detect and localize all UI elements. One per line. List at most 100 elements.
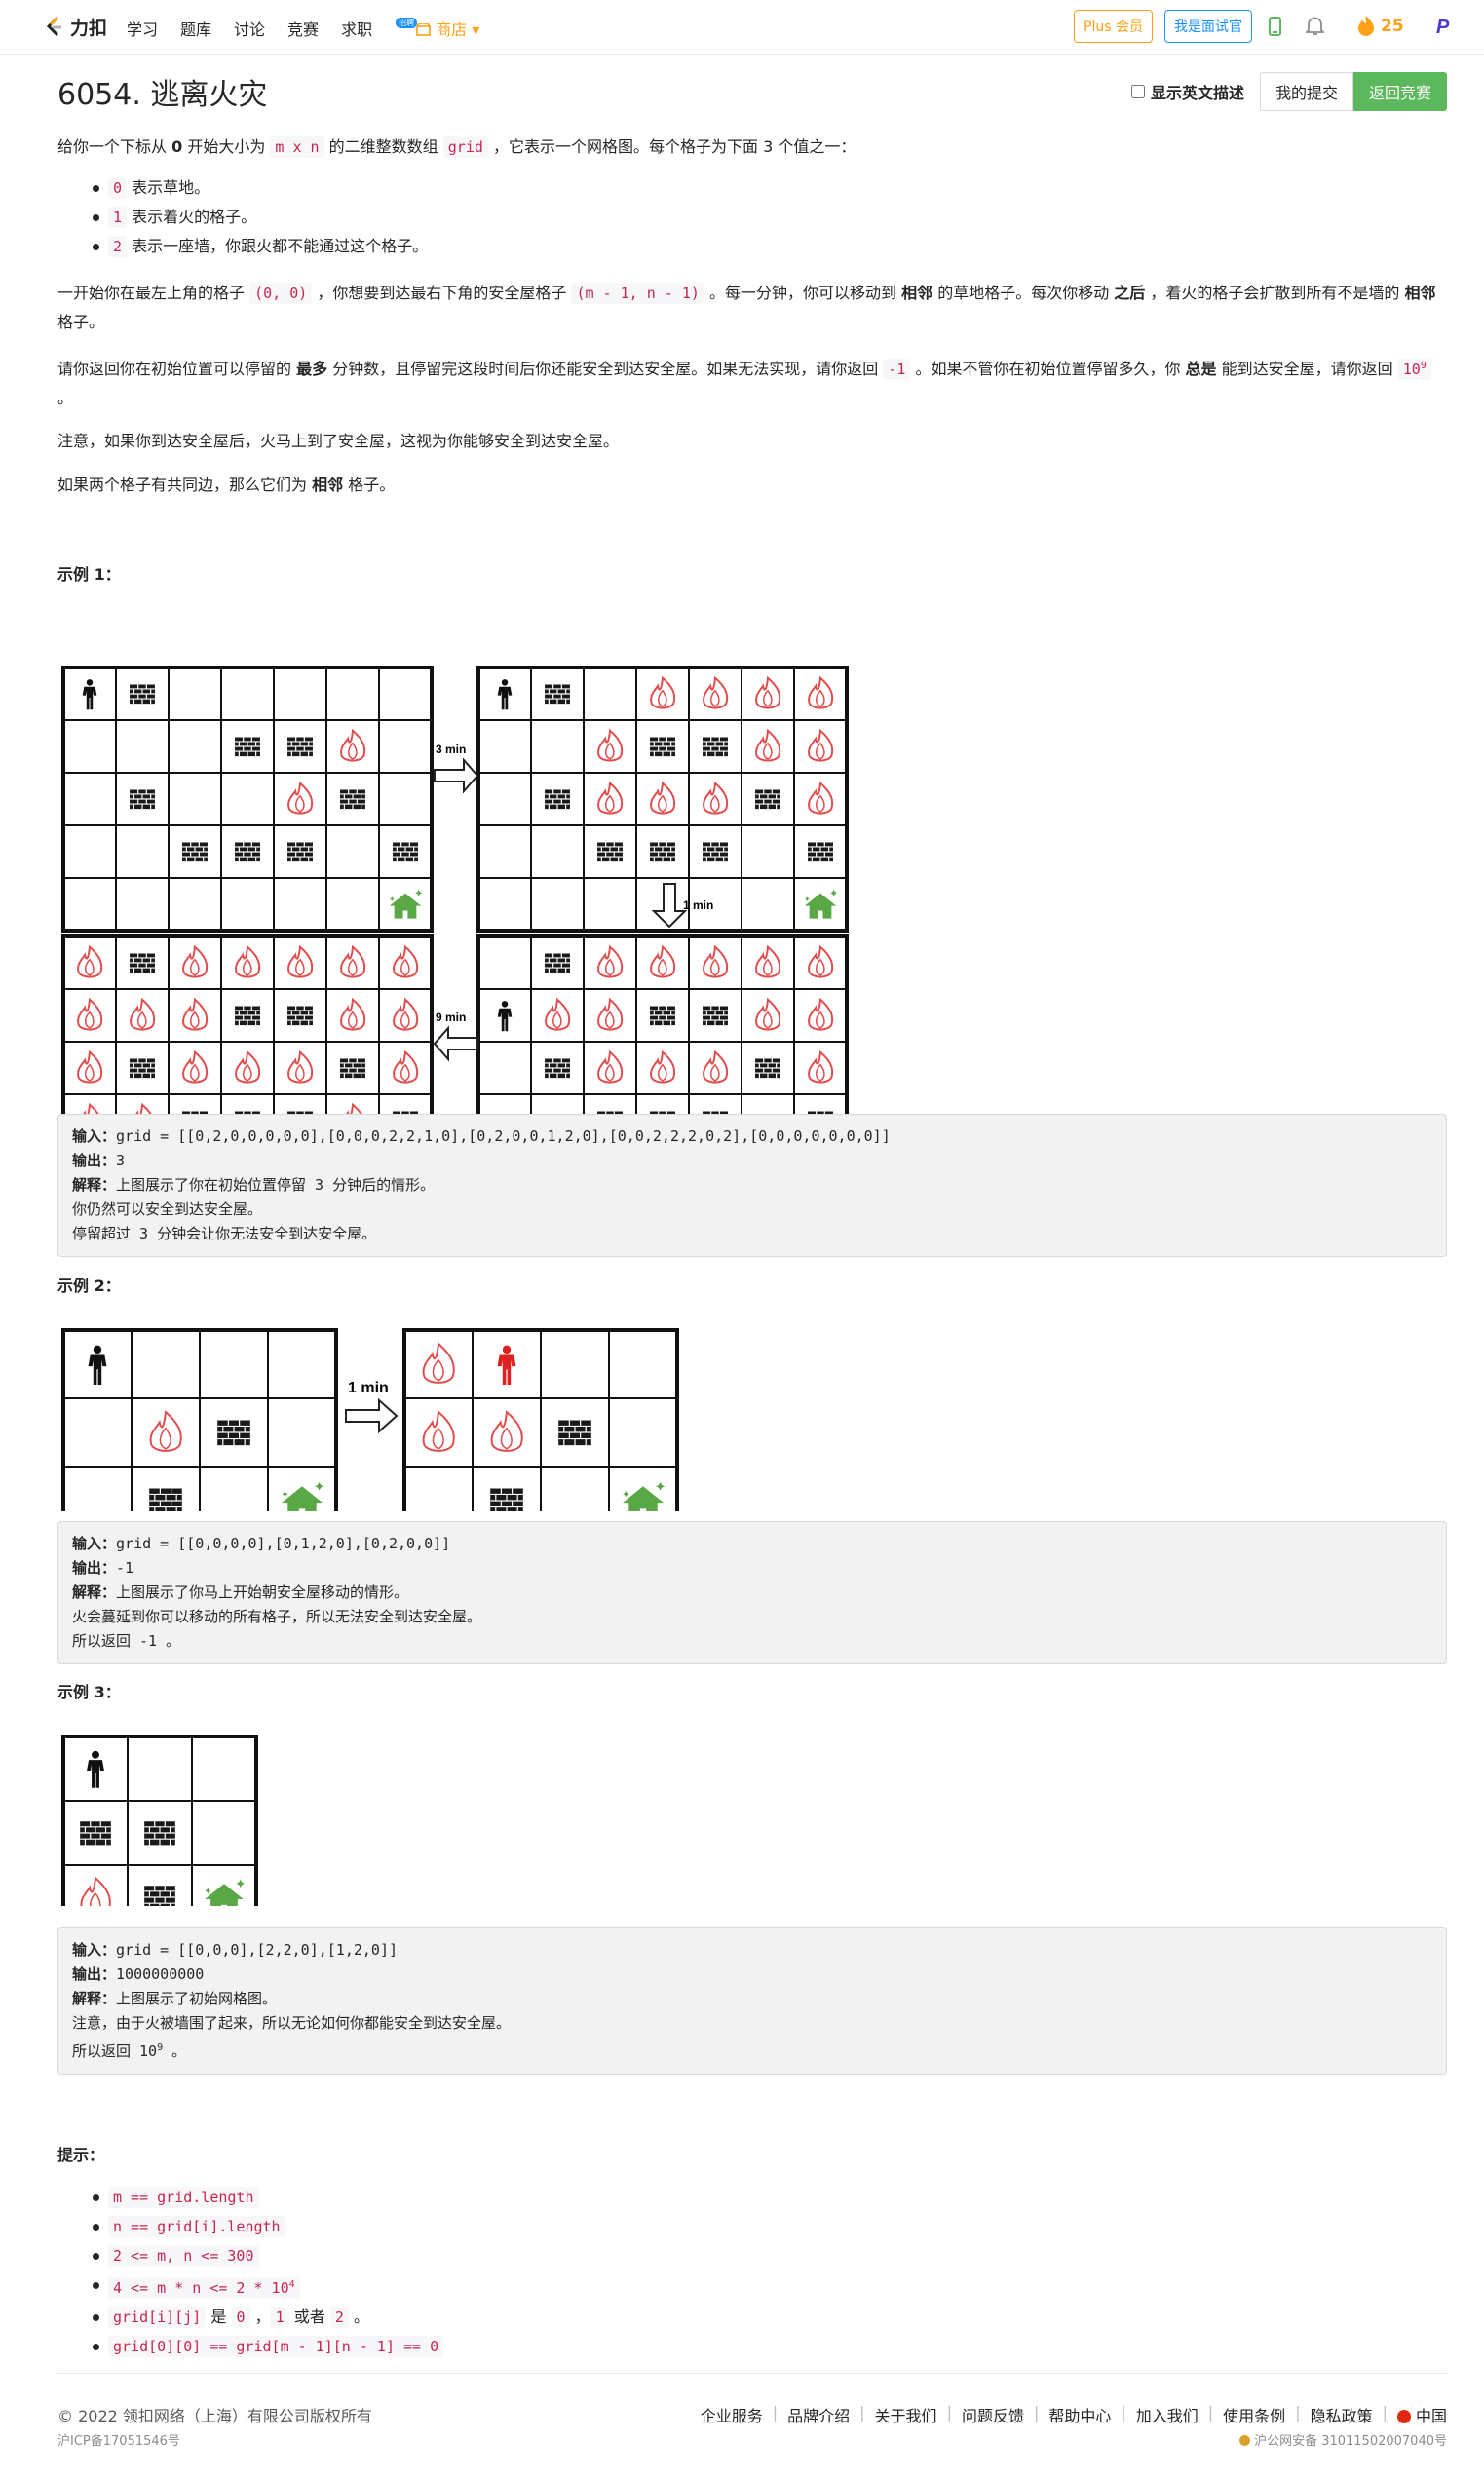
wall-cell: [530, 935, 585, 990]
svg-text:✦: ✦: [829, 889, 839, 900]
footer-link[interactable]: 帮助中心: [1048, 2403, 1111, 2426]
problem-title: 6054. 逃离火灾: [57, 78, 268, 112]
show-english-checkbox[interactable]: [1130, 85, 1145, 98]
fire-cell: [62, 988, 117, 1043]
nav-learn[interactable]: 学习: [127, 17, 158, 40]
show-english-toggle[interactable]: 显示英文描述: [1130, 80, 1244, 103]
grass-cell: [403, 1466, 474, 1511]
svg-text:P: P: [1436, 17, 1450, 37]
wall-cell: [688, 824, 742, 879]
nav-problems[interactable]: 题库: [180, 17, 211, 40]
nav-jobs[interactable]: 求职 招聘: [341, 17, 418, 40]
wall-cell: [472, 1466, 542, 1511]
grass-cell: [115, 877, 170, 932]
wall-cell: [635, 824, 690, 879]
grass-cell: [583, 877, 637, 932]
fire-cell: [168, 935, 222, 990]
fire-cell: [583, 1041, 637, 1095]
grass-cell: [608, 1397, 678, 1468]
grass-cell: [378, 667, 433, 721]
svg-text:✦: ✦: [414, 889, 424, 900]
grass-cell: [273, 667, 327, 721]
bell-icon[interactable]: [1306, 16, 1324, 36]
fire-cell: [688, 772, 742, 826]
fire-cell: [688, 935, 742, 990]
fire-cell: [793, 935, 848, 990]
my-submissions-button[interactable]: 我的提交: [1259, 72, 1353, 111]
footer-link[interactable]: 问题反馈: [962, 2403, 1024, 2426]
wall-cell: [199, 1397, 269, 1468]
wall-cell: [115, 772, 170, 826]
footer-link[interactable]: 使用条例: [1223, 2403, 1285, 2426]
wall-cell: [115, 935, 170, 990]
grass-cell: [477, 824, 532, 879]
region-selector[interactable]: 中国: [1396, 2403, 1447, 2426]
fire-cell: [635, 935, 690, 990]
nav-discuss[interactable]: 讨论: [234, 17, 265, 40]
arrow-label: 1 min: [348, 1380, 389, 1396]
grass-cell: [477, 772, 532, 826]
footer-link[interactable]: 加入我们: [1136, 2403, 1199, 2426]
footer-link[interactable]: 隐私政策: [1311, 2403, 1373, 2426]
logo[interactable]: 力扣: [45, 14, 107, 40]
grass-cell: [220, 772, 275, 826]
example-output: -1: [116, 1559, 134, 1577]
interviewer-button[interactable]: 我是面试官: [1164, 10, 1252, 43]
footer-link[interactable]: 品牌介绍: [787, 2403, 850, 2426]
grass-cell: [127, 1735, 193, 1802]
police-record[interactable]: 沪公网安备 31011502007040号: [1239, 2430, 1447, 2449]
arrow-label: 3 min: [436, 743, 466, 756]
footer-link[interactable]: 关于我们: [875, 2403, 937, 2426]
fire-cell: [635, 772, 690, 826]
nav-shop[interactable]: 商店 ▾: [416, 17, 479, 40]
wall-cell: [127, 1800, 193, 1866]
footer-links: 企业服务 | 品牌介绍 | 关于我们 | 问题反馈 | 帮助中心 | 加入我们 | 使用条例…: [700, 2403, 1447, 2426]
example-2-io: 输入：grid = [[0,0,0,0],[0,1,2,0],[0,2,0,0]…: [57, 1521, 1447, 1664]
nav-contest[interactable]: 竞赛: [287, 17, 319, 40]
fire-cell: [793, 988, 848, 1043]
hints-heading: 提示：: [57, 2146, 105, 2164]
grass-cell: [378, 719, 433, 774]
back-to-contest-button[interactable]: 返回竞赛: [1352, 72, 1447, 111]
wall-cell: [220, 988, 275, 1043]
fire-cell: [741, 719, 795, 774]
grass-cell: [220, 877, 275, 932]
fire-cell: [741, 667, 795, 721]
wall-cell: [530, 772, 585, 826]
list-item: 0 表示草地。: [57, 173, 1447, 203]
svg-text:✦: ✦: [655, 1480, 666, 1496]
top-navbar: 力扣 学习 题库 讨论 竞赛 求职 招聘 商店 ▾ Plus 会员 我是面试官 2…: [0, 0, 1484, 55]
nav-shop-label: 商店: [436, 20, 468, 39]
arrow-label: 1 min: [683, 898, 713, 912]
grass-cell: [131, 1329, 201, 1399]
wall-cell: [635, 988, 690, 1043]
desc-paragraph-4: 注意，如果你到达安全屋后，火马上到了安全屋，这视为你能够安全到达安全屋。: [57, 432, 620, 450]
plus-member-button[interactable]: Plus 会员: [1074, 10, 1153, 43]
fire-cell: [220, 1041, 275, 1095]
fire-cell: [583, 935, 637, 990]
mobile-icon[interactable]: [1269, 17, 1281, 36]
footer: © 2022 领扣网络（上海）有限公司版权所有 沪ICP备17051546号 企…: [57, 2373, 1447, 2449]
show-english-label: 显示英文描述: [1150, 84, 1244, 102]
desc-paragraph-3: 请你返回你在初始位置可以停留的 最多 分钟数，且停留完这段时间后你还能安全到达安…: [57, 352, 1447, 413]
example-3-figure: ✦✦: [61, 1735, 258, 1906]
fire-cell: [583, 772, 637, 826]
fire-streak-icon[interactable]: [1357, 15, 1375, 36]
wall-cell: [540, 1397, 610, 1468]
svg-text:✦: ✦: [389, 896, 396, 904]
person-cell: [477, 667, 532, 721]
grass-cell: [191, 1800, 257, 1866]
footer-link[interactable]: 企业服务: [701, 2403, 763, 2426]
icp-link[interactable]: 沪ICP备17051546号: [57, 2430, 180, 2449]
example-input: grid = [[0,0,0,0],[0,1,2,0],[0,2,0,0]]: [116, 1535, 451, 1552]
fire-cell: [635, 1041, 690, 1095]
fire-cell: [403, 1329, 474, 1399]
fire-cell: [530, 988, 585, 1043]
fire-cell: [62, 1864, 129, 1906]
premium-p-icon[interactable]: P: [1434, 16, 1454, 37]
wall-cell: [530, 1041, 585, 1095]
grass-cell: [583, 667, 637, 721]
fire-cell: [635, 667, 690, 721]
leetcode-logo-icon: [46, 16, 61, 36]
wall-cell: [530, 667, 585, 721]
